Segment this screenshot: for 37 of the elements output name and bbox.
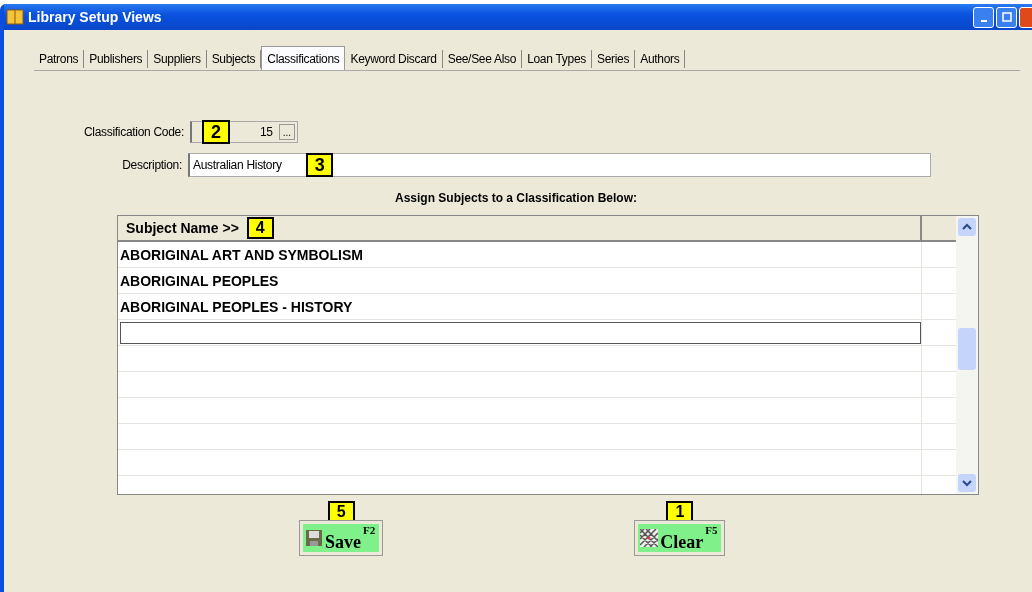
window-title: Library Setup Views: [28, 9, 162, 25]
grid-heading: Assign Subjects to a Classification Below:: [393, 191, 639, 205]
minimize-icon: [980, 20, 987, 22]
tab[interactable]: Classifications: [261, 46, 346, 70]
field-label: Classification Code:: [82, 125, 184, 139]
scroll-thumb[interactable]: [958, 328, 976, 370]
table-cell-text: ABORIGINAL ART AND SYMBOLISM: [119, 245, 364, 265]
tab[interactable]: Publishers: [84, 50, 149, 68]
maximize-button[interactable]: [996, 6, 1017, 28]
book-icon: [6, 9, 24, 25]
field-label: Description:: [121, 158, 182, 172]
checkered-pattern-icon: [640, 529, 659, 547]
scroll-up-button[interactable]: [958, 218, 976, 236]
tab[interactable]: Loan Types: [522, 50, 592, 68]
callout-number: 3: [305, 153, 334, 177]
callout-number: 4: [246, 217, 274, 239]
tab[interactable]: Authors: [635, 50, 686, 68]
column-header[interactable]: Subject Name >>: [118, 220, 247, 236]
table-cell-text: ABORIGINAL PEOPLES - HISTORY: [119, 297, 354, 317]
minimize-button[interactable]: [973, 6, 994, 28]
save-button[interactable]: Save $^{F2}$: [300, 521, 383, 555]
description-field[interactable]: Australian History 3: [188, 153, 931, 177]
scroll-down-button[interactable]: [958, 474, 976, 492]
tab[interactable]: Keyword Discard: [345, 50, 443, 68]
scrollbar[interactable]: [956, 216, 978, 494]
clear-button[interactable]: Clear $^{F5}$: [635, 521, 725, 555]
callout-number: 1: [666, 501, 694, 522]
chevron-up-icon: [962, 223, 972, 231]
table-cell-text: ABORIGINAL PEOPLES: [119, 271, 280, 291]
tab[interactable]: Suppliers: [148, 50, 207, 68]
tab[interactable]: Patrons: [34, 50, 85, 68]
tab[interactable]: See/See Also: [442, 50, 523, 68]
maximize-icon: [1001, 12, 1012, 22]
callout-number: 5: [327, 501, 355, 522]
chevron-down-icon: [962, 479, 972, 487]
input-field[interactable]: [120, 321, 921, 344]
tab[interactable]: Series: [591, 50, 636, 68]
